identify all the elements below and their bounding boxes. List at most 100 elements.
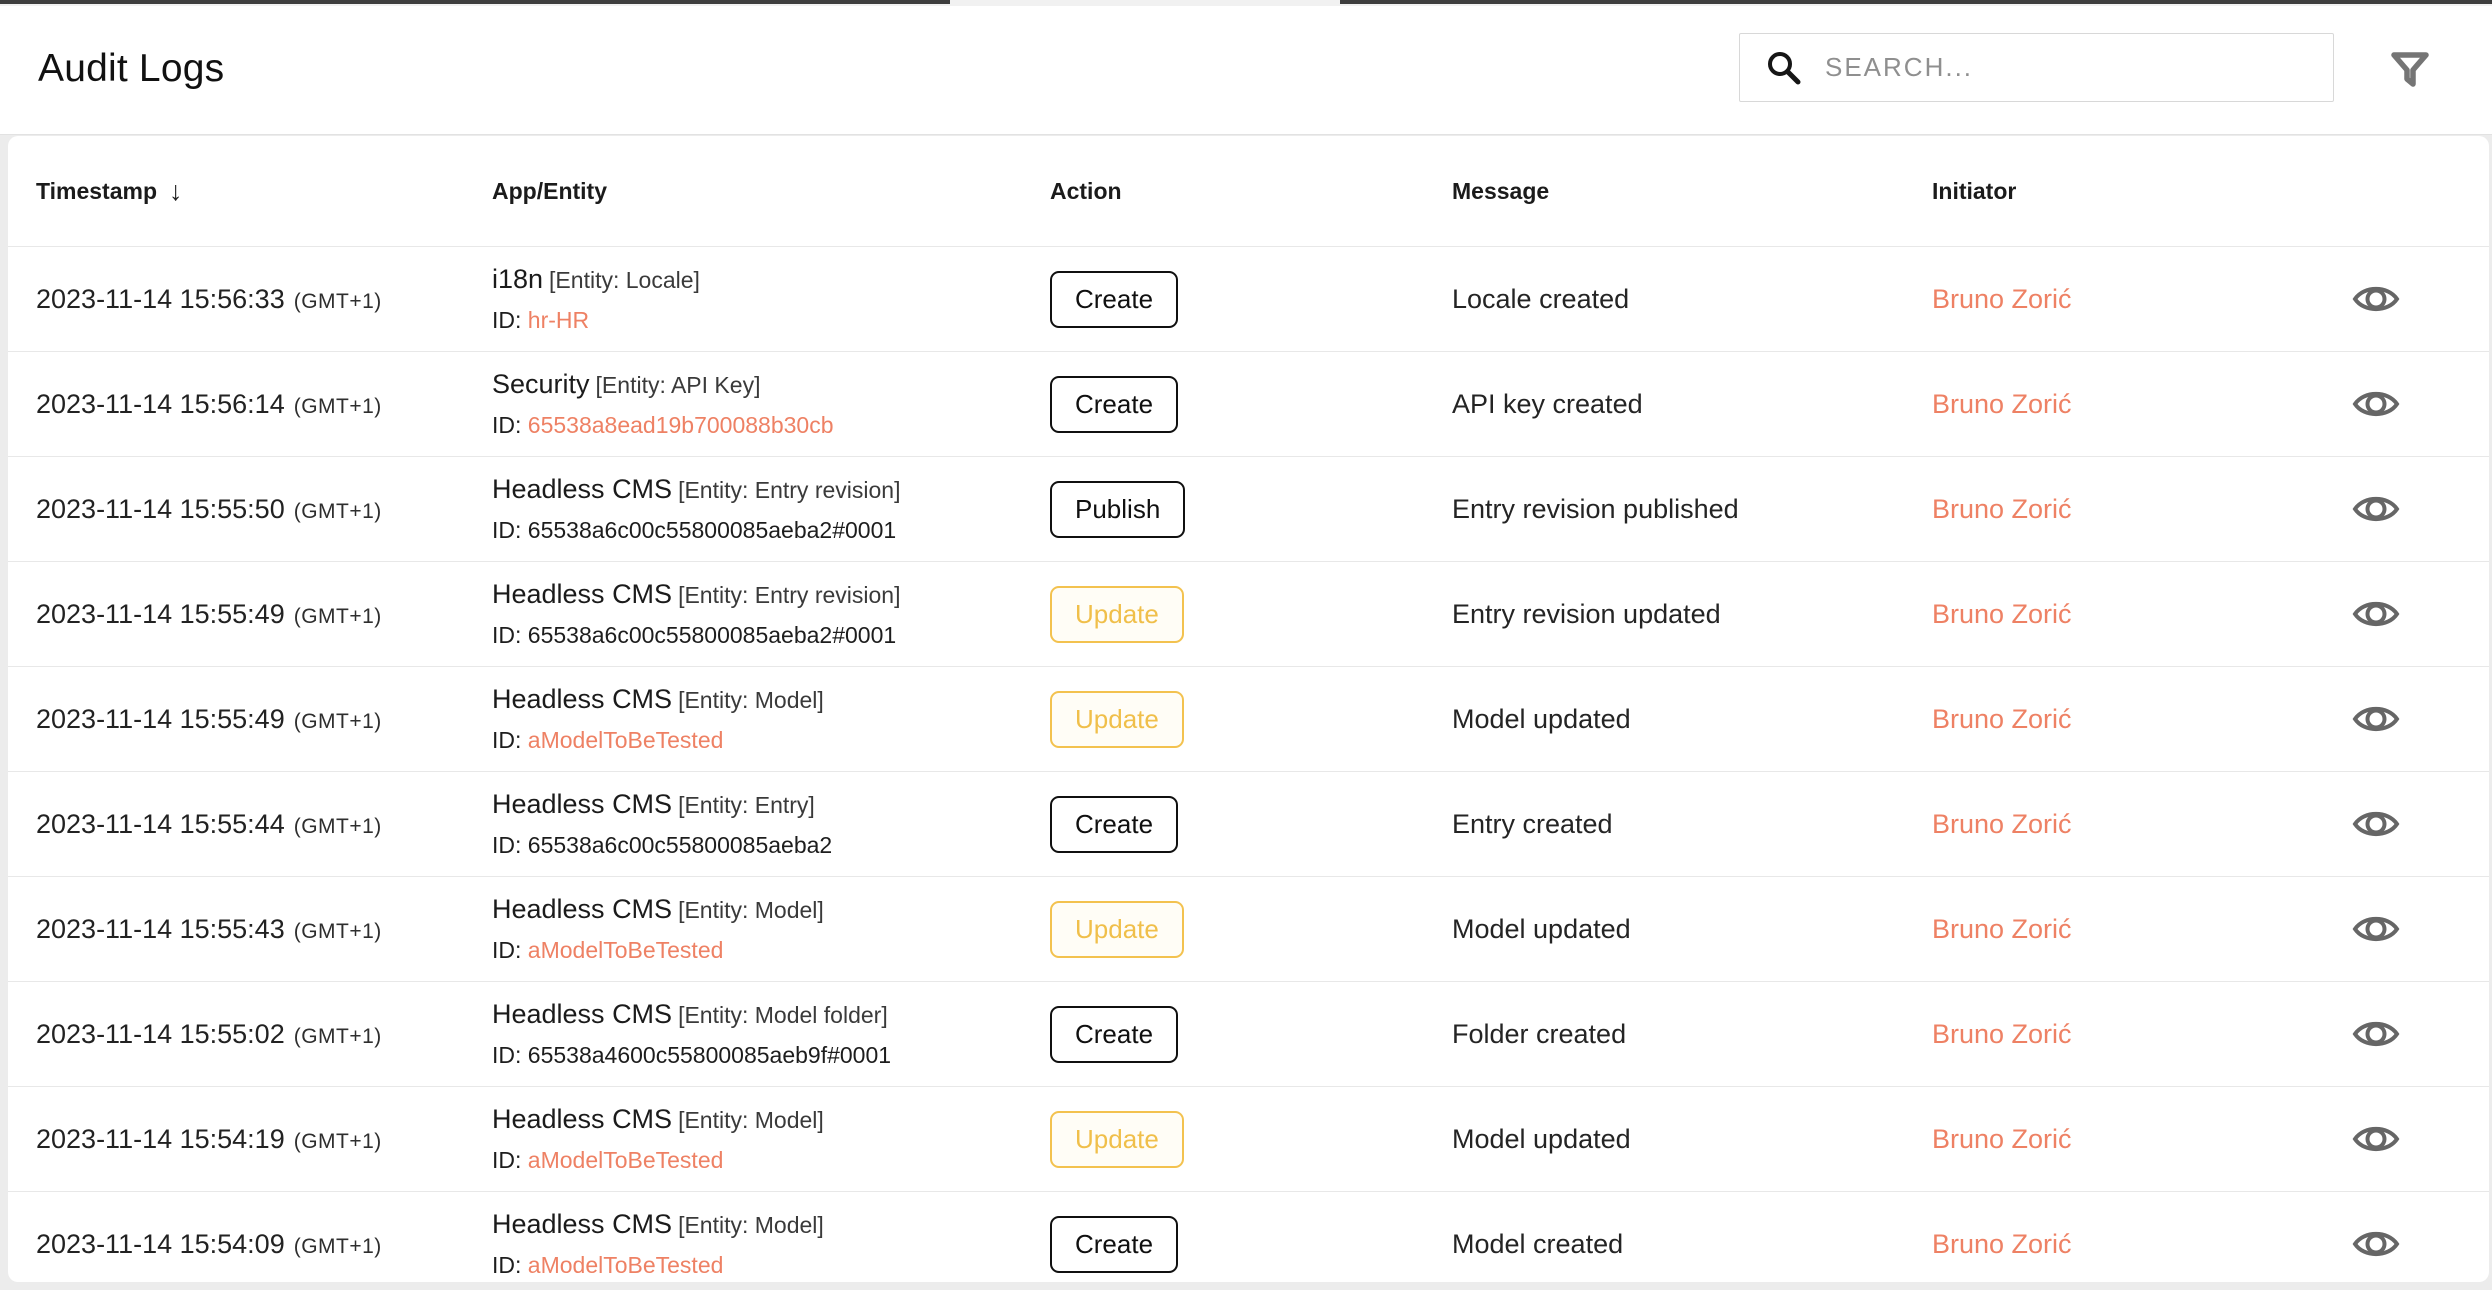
initiator-link[interactable]: Bruno Zorić [1932, 1124, 2072, 1154]
table-row: 2023-11-14 15:55:44 (GMT+1) Headless CMS[… [8, 771, 2489, 876]
entity-id-label: ID: [492, 622, 528, 649]
timestamp: 2023-11-14 15:55:49 [36, 703, 285, 734]
initiator-cell: Bruno Zorić [1932, 284, 2330, 315]
message-cell: Locale created [1452, 283, 1630, 314]
eye-icon [2352, 281, 2400, 317]
sort-desc-icon[interactable]: ↓ [169, 176, 183, 207]
table-header-row: Timestamp ↓ App/Entity Action Message In… [8, 136, 2489, 246]
entity-id-label: ID: [492, 727, 528, 754]
entity-id-value[interactable]: 65538a8ead19b700088b30cb [528, 412, 834, 438]
column-header-initiator: Initiator [1932, 177, 2017, 204]
entity-id-label: ID: [492, 412, 528, 439]
entity-id-value[interactable]: aModelToBeTested [528, 937, 724, 963]
timezone: (GMT+1) [293, 1129, 382, 1153]
initiator-link[interactable]: Bruno Zorić [1932, 914, 2072, 944]
initiator-link[interactable]: Bruno Zorić [1932, 599, 2072, 629]
timezone: (GMT+1) [293, 289, 382, 313]
details-cell [2330, 907, 2489, 951]
timestamp: 2023-11-14 15:56:14 [36, 388, 285, 419]
entity-tag: [Entity: Model] [678, 1212, 824, 1239]
app-entity-cell: Headless CMS [Entity: Model] ID: aModelTo… [492, 1104, 1050, 1173]
entity-id-value: 65538a6c00c55800085aeba2#0001 [527, 517, 897, 544]
view-details-button[interactable] [2352, 1222, 2408, 1266]
message-cell: Model created [1452, 1228, 1624, 1259]
search-input[interactable] [1825, 34, 2333, 101]
table-row: 2023-11-14 15:54:09 (GMT+1) Headless CMS[… [8, 1191, 2489, 1282]
message-cell: Entry revision updated [1452, 598, 1721, 629]
entity-id-value: 65538a6c00c55800085aeba2#0001 [527, 622, 897, 649]
table-row: 2023-11-14 15:55:49 (GMT+1) Headless CMS[… [8, 666, 2489, 771]
entity-tag: [Entity: Entry revision] [678, 477, 901, 504]
app-name: Headless CMS [492, 894, 673, 925]
timezone: (GMT+1) [293, 1024, 382, 1048]
search-box[interactable] [1739, 33, 2334, 102]
table-row: 2023-11-14 15:55:50 (GMT+1) Headless CMS[… [8, 456, 2489, 561]
details-cell [2330, 1117, 2489, 1161]
column-header-timestamp[interactable]: Timestamp ↓ [36, 176, 492, 207]
entity-id-value[interactable]: aModelToBeTested [528, 1252, 724, 1278]
details-cell [2330, 1222, 2489, 1266]
view-details-button[interactable] [2352, 1117, 2408, 1161]
details-cell [2330, 1012, 2489, 1056]
app-name: Security [492, 369, 590, 400]
entity-id-value[interactable]: hr-HR [528, 307, 589, 333]
initiator-link[interactable]: Bruno Zorić [1932, 1019, 2072, 1049]
entity-id-value[interactable]: aModelToBeTested [528, 727, 724, 753]
app-entity-cell: Security [Entity: API Key] ID: 65538a8ead… [492, 369, 1050, 438]
initiator-cell: Bruno Zorić [1932, 914, 2330, 945]
action-badge: Update [1050, 900, 1184, 958]
details-cell [2330, 487, 2489, 531]
message-cell: Entry revision published [1452, 493, 1739, 524]
timezone: (GMT+1) [293, 394, 382, 418]
timestamp: 2023-11-14 15:55:43 [36, 913, 285, 944]
table-row: 2023-11-14 15:55:49 (GMT+1) Headless CMS[… [8, 561, 2489, 666]
filter-button[interactable] [2384, 44, 2436, 96]
timestamp: 2023-11-14 15:54:09 [36, 1228, 285, 1259]
entity-tag: [Entity: Entry revision] [678, 582, 901, 609]
initiator-link[interactable]: Bruno Zorić [1932, 494, 2072, 524]
initiator-cell: Bruno Zorić [1932, 599, 2330, 630]
timestamp-cell: 2023-11-14 15:55:02 (GMT+1) [36, 1019, 492, 1050]
initiator-cell: Bruno Zorić [1932, 1124, 2330, 1155]
entity-tag: [Entity: Entry] [678, 792, 815, 819]
app-name: Headless CMS [492, 1209, 673, 1240]
timezone: (GMT+1) [293, 499, 382, 523]
action-badge: Create [1050, 270, 1179, 328]
initiator-link[interactable]: Bruno Zorić [1932, 284, 2072, 314]
view-details-button[interactable] [2352, 802, 2408, 846]
column-header-app-entity: App/Entity [492, 177, 607, 204]
initiator-link[interactable]: Bruno Zorić [1932, 809, 2072, 839]
timestamp-cell: 2023-11-14 15:56:14 (GMT+1) [36, 389, 492, 420]
view-details-button[interactable] [2352, 697, 2408, 741]
view-details-button[interactable] [2352, 277, 2408, 321]
view-details-button[interactable] [2352, 907, 2408, 951]
view-details-button[interactable] [2352, 592, 2408, 636]
timestamp-cell: 2023-11-14 15:55:50 (GMT+1) [36, 494, 492, 525]
details-cell [2330, 697, 2489, 741]
action-cell: Create [1050, 795, 1452, 853]
table-row: 2023-11-14 15:54:19 (GMT+1) Headless CMS[… [8, 1086, 2489, 1191]
initiator-link[interactable]: Bruno Zorić [1932, 1229, 2072, 1259]
app-name: Headless CMS [492, 684, 673, 715]
view-details-button[interactable] [2352, 487, 2408, 531]
timezone: (GMT+1) [293, 814, 382, 838]
entity-id-value[interactable]: aModelToBeTested [528, 1147, 724, 1173]
eye-icon [2352, 1226, 2400, 1262]
initiator-link[interactable]: Bruno Zorić [1932, 704, 2072, 734]
initiator-link[interactable]: Bruno Zorić [1932, 389, 2072, 419]
table-body: 2023-11-14 15:56:33 (GMT+1) i18n [Entity: … [8, 246, 2489, 1282]
timestamp: 2023-11-14 15:55:50 [36, 493, 285, 524]
app-name: Headless CMS [492, 789, 673, 820]
action-badge: Create [1050, 375, 1179, 433]
view-details-button[interactable] [2352, 1012, 2408, 1056]
app-entity-cell: Headless CMS [Entity: Model] ID: aModelTo… [492, 1209, 1050, 1278]
view-details-button[interactable] [2352, 382, 2408, 426]
table-row: 2023-11-14 15:55:02 (GMT+1) Headless CMS[… [8, 981, 2489, 1086]
entity-id-label: ID: [492, 937, 528, 964]
entity-tag: [Entity: Model] [678, 897, 824, 924]
action-cell: Create [1050, 1005, 1452, 1063]
entity-tag: [Entity: Model folder] [678, 1002, 888, 1029]
action-badge: Update [1050, 585, 1184, 643]
filter-funnel-icon [2388, 49, 2432, 91]
details-cell [2330, 592, 2489, 636]
